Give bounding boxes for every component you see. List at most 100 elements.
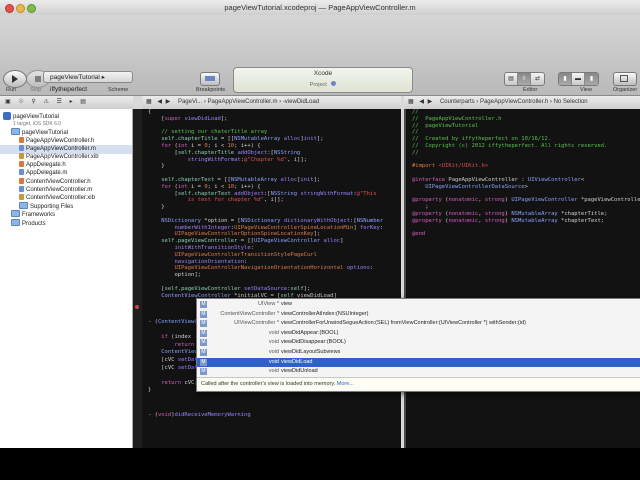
method-icon: M [200, 301, 207, 308]
code-line: UIPageViewControllerDataSource> [425, 183, 528, 190]
jump-item-file[interactable]: PageAppViewController.m [208, 99, 278, 105]
code-line: } [148, 387, 152, 394]
folder-icon [19, 202, 28, 210]
completion-signature: viewDidLayoutSubviews [281, 349, 341, 355]
navigator-item[interactable]: Products [0, 218, 132, 228]
navigator-item-label: ContentViewController.h [26, 178, 91, 185]
completion-signature: viewDidUnload [281, 368, 318, 375]
jump-item-folder[interactable]: PageVi... [178, 99, 202, 105]
run-button[interactable] [3, 70, 27, 88]
navigator-item-label: AppDelegate.h [26, 162, 66, 169]
breakpoints-button[interactable] [200, 72, 220, 86]
completion-signature: view [281, 301, 293, 307]
forward-icon[interactable]: ▶ [428, 99, 433, 105]
navigator-toggle-icon[interactable]: ▮ [559, 73, 572, 85]
completion-signature: viewDidDisappear:(BOOL) [281, 339, 346, 346]
related-items-icon[interactable]: ▦ [146, 99, 152, 105]
jump-item-method[interactable]: -viewDidLoad [283, 99, 319, 105]
log-tab-icon[interactable]: ▤ [80, 99, 86, 105]
code-line: return [174, 341, 195, 348]
stop-icon [35, 76, 41, 82]
completion-return-type: void [268, 368, 279, 375]
completion-item[interactable]: M UIView * view [197, 300, 640, 309]
completion-description: Called after the controller's view is lo… [197, 377, 640, 390]
navigator-item-label: ContentViewController.xib [26, 195, 95, 201]
editor-segment[interactable]: ▤ ◊ ⇄ [504, 72, 545, 86]
symbol-tab-icon[interactable]: ☉ [18, 99, 23, 105]
folder-icon [11, 218, 20, 226]
method-icon: M [200, 349, 207, 356]
completion-return-type: void [268, 329, 279, 336]
scheme-target: iffytheperfect [50, 86, 88, 93]
debug-tab-icon[interactable]: ☰ [57, 99, 62, 105]
toolbar: Run Stop pageViewTutorial ▸ iffytheperfe… [0, 15, 640, 96]
navigator-item-label: PageAppViewController.h [26, 137, 95, 144]
view-segment[interactable]: ▮ ▬ ▮ [558, 72, 599, 86]
breakpoint-tab-icon[interactable]: ▸ [70, 99, 73, 105]
project-icon [3, 112, 11, 120]
code-line: - (ContentViewCo [148, 319, 201, 325]
navigator-item-label: ContentViewController.m [26, 186, 93, 193]
debug-toggle-icon[interactable]: ▬ [572, 73, 585, 85]
navigator-item-label: pageViewTutorial [22, 130, 69, 137]
m-file-icon [19, 144, 24, 151]
organizer-icon [620, 75, 628, 82]
completion-item[interactable]: M UIViewController * viewControllerForUnwi… [197, 319, 640, 328]
assistant-editor-icon[interactable]: ◊ [518, 73, 531, 85]
code-line: option]; [148, 272, 201, 279]
completion-item[interactable]: M ContentViewController * viewControllerAt… [197, 310, 640, 319]
method-icon: M [200, 310, 207, 318]
jump-item-header[interactable]: PageAppViewController.h [480, 99, 548, 105]
completion-item[interactable]: Mvoid viewDidLayoutSubviews [197, 348, 640, 357]
method-icon: M [200, 358, 207, 366]
folder-icon [11, 210, 20, 218]
folder-tab-icon[interactable]: ▣ [5, 99, 11, 105]
code-line: // [412, 149, 419, 156]
code-line: } [148, 204, 165, 211]
activity-viewer: Xcode Project [233, 67, 413, 93]
play-icon [12, 75, 18, 83]
code-line: stringWithFormat:@"Chapter %d", i]]; [187, 156, 307, 163]
utilities-toggle-icon[interactable]: ▮ [585, 73, 598, 85]
source-editor-left[interactable]: { [super viewDidLoad]; // setting our ch… [142, 109, 401, 448]
editor-label: Editor [523, 87, 538, 93]
completion-item[interactable]: Mvoid viewDidLoad [197, 357, 640, 367]
organizer-button[interactable] [613, 72, 637, 86]
more-link[interactable]: More... [337, 381, 354, 387]
source-editor-right[interactable]: //// PageAppViewController.h// pageViewT… [404, 109, 640, 448]
issue-marker-icon [135, 305, 139, 309]
back-icon[interactable]: ◀ [419, 99, 424, 105]
search-tab-icon[interactable]: ⚲ [31, 99, 35, 105]
method-icon: M [200, 339, 207, 347]
jump-item-selection[interactable]: No Selection [554, 99, 588, 105]
related-items-icon[interactable]: ▦ [408, 99, 414, 105]
code-line: [super viewDidLoad]; [148, 115, 228, 122]
method-icon: M [200, 329, 207, 337]
completion-return-type: void [268, 358, 279, 365]
version-editor-icon[interactable]: ⇄ [531, 73, 544, 85]
jump-item-counterparts[interactable]: Counterparts [440, 99, 475, 105]
issue-tab-icon[interactable]: ⚠ [43, 99, 48, 105]
code-line: #import <UIKit/UIKit.h> [412, 163, 489, 170]
code-line: [cVC setDat [148, 364, 198, 371]
navigator-item-label: AppDelegate.m [26, 170, 68, 177]
back-icon[interactable]: ◀ [157, 99, 162, 105]
completion-item[interactable]: Mvoid viewDidAppear:(BOOL) [197, 329, 640, 338]
forward-icon[interactable]: ▶ [166, 99, 171, 105]
completion-return-type: void [268, 349, 279, 355]
run-label: Run [6, 87, 17, 93]
h-file-icon [19, 136, 24, 143]
stop-label: Stop [30, 87, 42, 93]
completion-item[interactable]: Mvoid viewDidDisappear:(BOOL) [197, 338, 640, 347]
completion-return-type: UIView * [258, 301, 279, 307]
completion-signature: viewControllerAtIndex:(NSUInteger) [281, 310, 369, 317]
completion-return-type: void [268, 339, 279, 346]
navigator-item-label: Frameworks [22, 212, 56, 219]
completion-item[interactable]: Mvoid viewDidUnload [197, 367, 640, 376]
standard-editor-icon[interactable]: ▤ [505, 73, 518, 85]
navigator-item-label: Supporting Files [30, 204, 74, 211]
completion-signature: viewControllerForUnwindSegueAction:(SEL)… [281, 320, 526, 327]
activity-app: Xcode [313, 70, 333, 77]
scheme-popup[interactable]: pageViewTutorial ▸ iffytheperfect [43, 71, 133, 93]
